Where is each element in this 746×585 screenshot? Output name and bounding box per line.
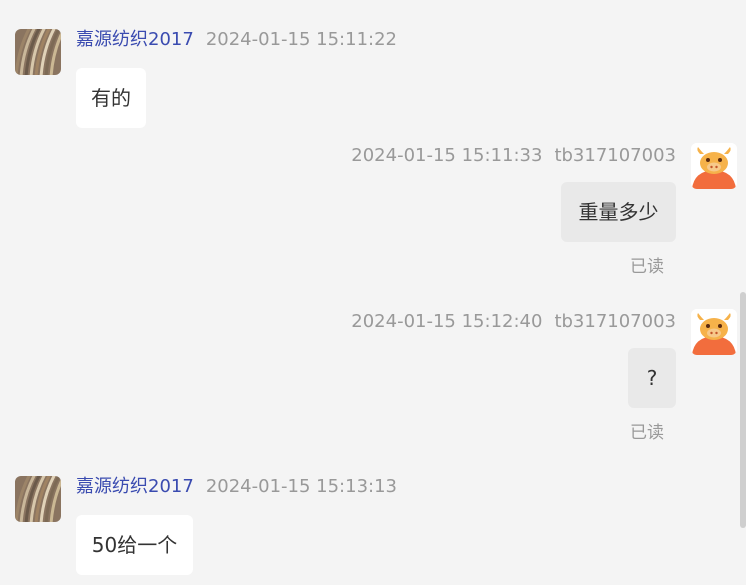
fabric-rolls-icon xyxy=(15,476,61,522)
own-avatar[interactable] xyxy=(691,143,737,189)
message-meta: 2024-01-15 15:12:40 tb317107003 xyxy=(351,310,676,334)
message-text: 重量多少 xyxy=(578,200,659,224)
message-timestamp: 2024-01-15 15:12:40 xyxy=(351,311,543,332)
message-bubble[interactable]: 重量多少 xyxy=(561,182,676,242)
sender-name[interactable]: tb317107003 xyxy=(554,145,676,166)
cartoon-bull-icon xyxy=(691,143,737,189)
message-bubble[interactable]: ? xyxy=(628,348,676,408)
message-timestamp: 2024-01-15 15:11:33 xyxy=(351,145,543,166)
cartoon-bull-icon xyxy=(691,309,737,355)
scrollbar-thumb[interactable] xyxy=(740,292,746,528)
message-text: ? xyxy=(646,366,658,390)
fabric-rolls-icon xyxy=(15,29,61,75)
sender-avatar[interactable] xyxy=(15,476,61,522)
own-avatar[interactable] xyxy=(691,309,737,355)
message-timestamp: 2024-01-15 15:11:22 xyxy=(205,29,397,50)
message-meta: 嘉源纺织2017 2024-01-15 15:13:13 xyxy=(76,475,397,499)
sender-name[interactable]: 嘉源纺织2017 xyxy=(76,29,194,50)
message-meta: 嘉源纺织2017 2024-01-15 15:11:22 xyxy=(76,28,397,52)
sender-name[interactable]: 嘉源纺织2017 xyxy=(76,476,194,497)
message-bubble[interactable]: 50给一个 xyxy=(76,515,193,575)
message-timestamp: 2024-01-15 15:13:13 xyxy=(205,476,397,497)
message-text: 50给一个 xyxy=(91,533,178,557)
read-status: 已读 xyxy=(630,257,664,277)
sender-avatar[interactable] xyxy=(15,29,61,75)
read-status: 已读 xyxy=(630,423,664,443)
sender-name[interactable]: tb317107003 xyxy=(554,311,676,332)
message-meta: 2024-01-15 15:11:33 tb317107003 xyxy=(351,144,676,168)
message-text: 有的 xyxy=(91,86,131,110)
message-bubble[interactable]: 有的 xyxy=(76,68,146,128)
